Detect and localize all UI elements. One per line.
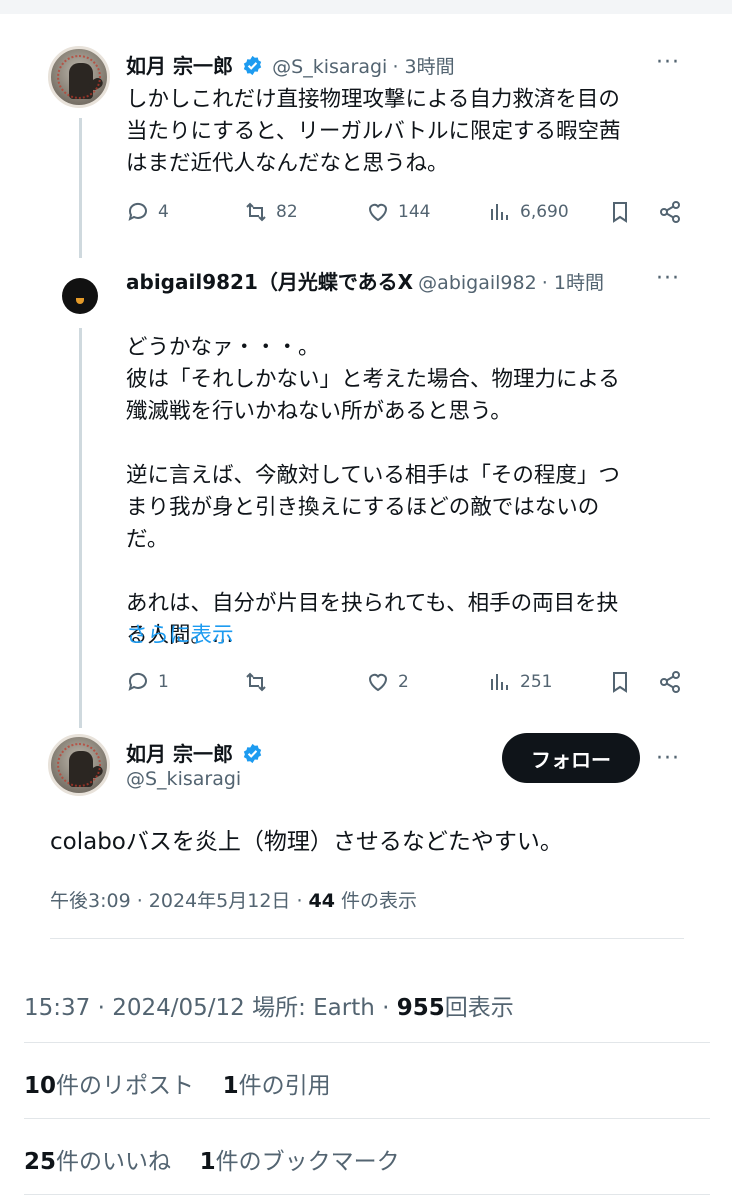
more-options-button[interactable]: ··· [656,50,680,75]
tweet3-header: 如月 宗一郎 [126,738,267,767]
like-button[interactable]: 144 [366,200,430,224]
divider [50,938,684,939]
reply-icon [128,672,147,691]
like-button[interactable]: 2 [366,670,409,694]
verified-badge-icon [243,743,262,764]
follow-button[interactable]: フォロー [502,733,640,783]
share-icon [660,201,680,223]
divider [24,1118,710,1119]
more-options-button[interactable]: ··· [656,266,680,291]
engagement-row-2: 25件のいいね 1件のブックマーク [24,1142,400,1176]
views-button[interactable]: 6,690 [488,200,569,224]
verified-badge-icon [243,55,262,76]
tweet2-actions: 1 2 251 [126,670,686,700]
heart-icon [368,203,388,222]
timestamp[interactable]: · 3時間 [392,56,454,78]
views-icon [491,204,508,220]
tweet-text: しかしこれだけ直接物理攻撃による自力救済を目の 当たりにすると、リーガルバトルに限… [126,87,621,176]
tweet1-actions: 4 82 144 6,690 [126,200,686,230]
bookmark-icon [613,202,627,223]
avatar[interactable] [48,734,110,796]
bookmarks-link[interactable]: 1件のブックマーク [200,1149,400,1175]
tweet2-header: abigail9821（月光蝶であるX @abigail982 · 1時間 [126,266,604,295]
tweet-text: colaboバスを炎上（物理）させるなどたやすい。 [50,829,563,855]
divider [24,1194,710,1195]
likes-link[interactable]: 25件のいいね [24,1149,171,1175]
heart-icon [368,673,388,692]
reply-icon [128,202,147,221]
tweet-text: どうかなァ・・・。 彼は「それしかない」と考えた場合、物理力による 殲滅戦を行いかね… [126,335,620,648]
quotes-link[interactable]: 1件の引用 [223,1073,331,1099]
bookmark-icon [613,672,627,693]
thread-line [79,118,82,258]
divider [24,1042,710,1043]
reposts-link[interactable]: 10件のリポスト [24,1073,194,1099]
more-options-button[interactable]: ··· [656,746,680,771]
author-name[interactable]: abigail9821（月光蝶であるX [126,270,413,294]
avatar[interactable] [58,274,102,318]
author-name[interactable]: 如月 宗一郎 [126,54,233,78]
retweet-button[interactable] [244,670,268,694]
retweet-button[interactable]: 82 [244,200,298,224]
reply-button[interactable]: 4 [126,200,169,224]
top-strip [0,0,732,14]
retweet-icon [246,202,266,222]
share-button[interactable] [658,670,682,694]
post-meta: 15:37 · 2024/05/12 場所: Earth · 955回表示 [24,995,514,1021]
share-icon [660,671,680,693]
bookmark-button[interactable] [608,200,632,224]
reply-button[interactable]: 1 [126,670,169,694]
views-button[interactable]: 251 [488,670,552,694]
author-name[interactable]: 如月 宗一郎 [126,742,233,766]
bookmark-button[interactable] [608,670,632,694]
author-handle[interactable]: @S_kisaragi [272,56,387,78]
thread-line [79,328,82,728]
timestamp[interactable]: · 1時間 [542,272,604,294]
tweet-meta: 午後3:09 · 2024年5月12日 · 44 件の表示 [50,890,418,912]
show-more-link[interactable]: さらに表示 [126,618,234,649]
engagement-row-1: 10件のリポスト 1件の引用 [24,1066,331,1100]
author-handle[interactable]: @S_kisaragi [126,768,241,790]
author-handle[interactable]: @abigail982 [418,272,537,294]
views-icon [491,674,508,690]
avatar[interactable] [48,46,110,108]
tweet1-header: 如月 宗一郎 @S_kisaragi · 3時間 [126,50,455,79]
retweet-icon [246,672,266,692]
share-button[interactable] [658,200,682,224]
